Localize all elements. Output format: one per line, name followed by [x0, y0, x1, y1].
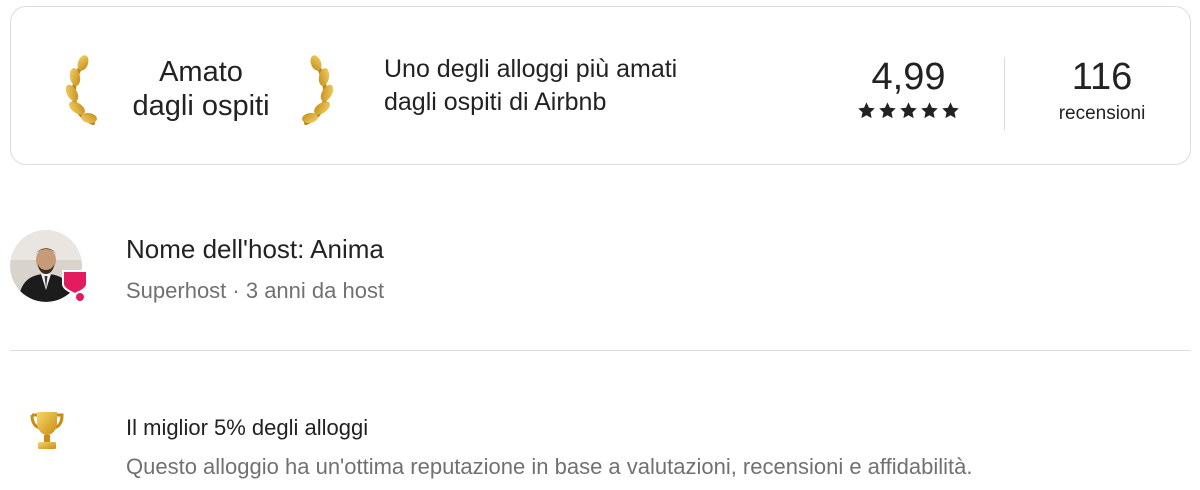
highlight-description: Questo alloggio ha un'ottima reputazione…: [126, 454, 973, 479]
host-section: Nome dell'host: Anima Superhost · 3 anni…: [10, 230, 1190, 310]
badge-line-1: Amato: [159, 56, 243, 88]
section-divider: [10, 350, 1191, 351]
host-avatar-wrap[interactable]: [10, 230, 88, 306]
star-rating: [846, 101, 971, 120]
rating-summary: 4,99: [846, 57, 971, 120]
card-divider: [1004, 57, 1005, 130]
trophy-icon: [30, 412, 64, 449]
guest-favorite-description: Uno degli alloggi più amati dagli ospiti…: [384, 53, 784, 119]
star-icon: [879, 102, 896, 119]
star-icon: [921, 102, 938, 119]
star-icon: [858, 102, 875, 119]
star-icon: [942, 102, 959, 119]
guest-favorite-badge: Amato dagli ospiti: [106, 55, 296, 123]
reviews-summary[interactable]: 116 recensioni: [1031, 57, 1173, 127]
star-icon: [900, 102, 917, 119]
rating-value: 4,99: [871, 56, 946, 98]
description-line-2: dagli ospiti di Airbnb: [384, 88, 607, 116]
host-name: Nome dell'host: Anima: [126, 234, 384, 264]
description-line-1: Uno degli alloggi più amati: [384, 55, 678, 83]
superhost-badge-icon: [62, 270, 88, 303]
reviews-label[interactable]: recensioni: [1031, 101, 1173, 127]
highlight-title: Il miglior 5% degli alloggi: [126, 415, 369, 440]
reviews-count[interactable]: 116: [1031, 57, 1173, 97]
badge-line-2: dagli ospiti: [132, 90, 270, 122]
highlight-top-5-percent: Il miglior 5% degli alloggi Questo allog…: [10, 410, 1190, 480]
host-meta: Superhost · 3 anni da host: [126, 278, 385, 303]
laurel-left-icon: [65, 55, 97, 125]
guest-favorite-card[interactable]: Amato dagli ospiti Uno degli alloggi più…: [10, 6, 1191, 165]
laurel-right-icon: [302, 55, 334, 125]
